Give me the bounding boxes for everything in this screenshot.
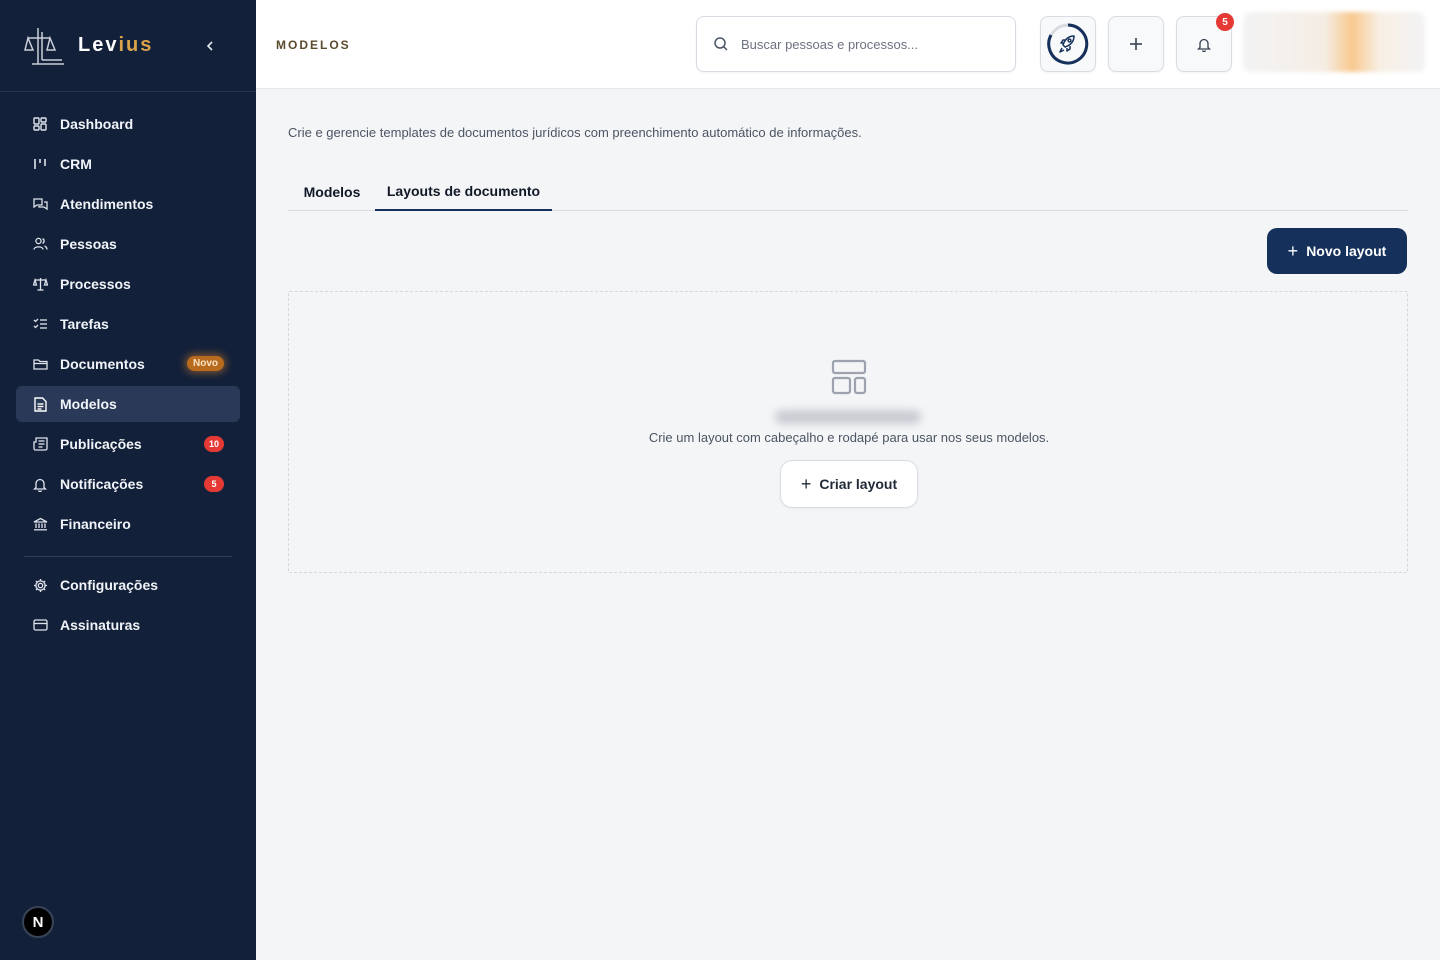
page-description: Crie e gerencie templates de documentos … (288, 125, 862, 140)
search-box[interactable] (696, 16, 1016, 72)
sidebar-item-label: Processos (60, 276, 131, 292)
page-title: MODELOS (276, 38, 351, 52)
collapse-sidebar-button[interactable] (200, 36, 220, 56)
empty-state-title-redacted (775, 410, 921, 424)
top-header: MODELOS 5 (256, 0, 1440, 89)
folder-icon (32, 356, 48, 372)
brand: Levius (0, 0, 256, 92)
new-badge: Novo (187, 356, 224, 371)
sidebar-item-notificacoes[interactable]: Notificações 5 (16, 466, 240, 502)
scale-icon (32, 276, 48, 292)
gear-icon (32, 577, 48, 593)
create-layout-button[interactable]: + Criar layout (780, 460, 918, 508)
bell-icon (32, 476, 48, 492)
sidebar-divider (24, 556, 232, 557)
list-checks-icon (32, 316, 48, 332)
bell-icon (1197, 38, 1211, 52)
sidebar-item-label: Tarefas (60, 316, 109, 332)
user-profile-chip[interactable] (1243, 12, 1425, 72)
sidebar-item-crm[interactable]: CRM (16, 146, 240, 182)
users-icon (32, 236, 48, 252)
tab-layouts-de-documento[interactable]: Layouts de documento (375, 173, 552, 211)
chat-icon (32, 196, 48, 212)
create-layout-button-label: Criar layout (819, 476, 898, 492)
dashboard-icon (32, 116, 48, 132)
sidebar-item-pessoas[interactable]: Pessoas (16, 226, 240, 262)
tabs: Modelos Layouts de documento (288, 173, 1408, 211)
sidebar-item-label: Dashboard (60, 116, 134, 132)
kanban-icon (32, 156, 48, 172)
credit-card-icon (32, 617, 48, 633)
empty-state: Crie um layout com cabeçalho e rodapé pa… (288, 291, 1408, 573)
brand-name: Levius (78, 34, 154, 56)
sidebar-item-assinaturas[interactable]: Assinaturas (16, 607, 240, 643)
sidebar-item-label: Pessoas (60, 236, 117, 252)
bank-icon (32, 516, 48, 532)
new-layout-button-label: Novo layout (1306, 243, 1387, 259)
sidebar-nav: Dashboard CRM Atendimentos Pessoas Proce… (0, 92, 256, 643)
newspaper-icon (32, 436, 48, 452)
rocket-icon (1047, 23, 1089, 65)
sidebar-item-label: Publicações (60, 436, 142, 452)
file-text-icon (32, 396, 48, 412)
search-input[interactable] (741, 36, 981, 52)
sidebar-item-publicacoes[interactable]: Publicações 10 (16, 426, 240, 462)
plus-icon: + (800, 473, 812, 494)
sidebar-item-label: Financeiro (60, 516, 131, 532)
sidebar-item-modelos[interactable]: Modelos (16, 386, 240, 422)
sidebar-item-tarefas[interactable]: Tarefas (16, 306, 240, 342)
sidebar-item-documentos[interactable]: Documentos Novo (16, 346, 240, 382)
sidebar-item-dashboard[interactable]: Dashboard (16, 106, 240, 142)
quick-add-button[interactable] (1108, 16, 1164, 72)
tab-modelos[interactable]: Modelos (288, 173, 376, 211)
sidebar-item-label: Configurações (60, 577, 159, 593)
user-avatar[interactable]: N (22, 906, 54, 938)
sidebar: Levius Dashboard CRM Atendimentos Pessoa… (0, 0, 256, 960)
notification-count-badge: 5 (1216, 13, 1234, 31)
publicacoes-count-badge: 10 (204, 436, 224, 452)
sidebar-item-label: Notificações (60, 476, 144, 492)
sidebar-item-label: Documentos (60, 356, 145, 372)
onboarding-rocket-button[interactable] (1040, 16, 1096, 72)
plus-icon: + (1287, 240, 1299, 261)
chevron-left-icon (206, 41, 213, 51)
sidebar-item-configuracoes[interactable]: Configurações (16, 567, 240, 603)
notificacoes-count-badge: 5 (204, 476, 224, 492)
empty-state-description: Crie um layout com cabeçalho e rodapé pa… (648, 430, 1050, 445)
sidebar-item-atendimentos[interactable]: Atendimentos (16, 186, 240, 222)
layout-template-icon (831, 359, 867, 395)
sidebar-item-label: Assinaturas (60, 617, 141, 633)
sidebar-item-label: CRM (60, 156, 92, 172)
sidebar-item-financeiro[interactable]: Financeiro (16, 506, 240, 542)
sidebar-item-label: Modelos (60, 396, 117, 412)
search-icon (714, 37, 728, 51)
sidebar-item-processos[interactable]: Processos (16, 266, 240, 302)
new-layout-button[interactable]: + Novo layout (1267, 228, 1407, 274)
levius-logo (24, 24, 66, 68)
plus-icon (1130, 38, 1142, 50)
sidebar-item-label: Atendimentos (60, 196, 154, 212)
